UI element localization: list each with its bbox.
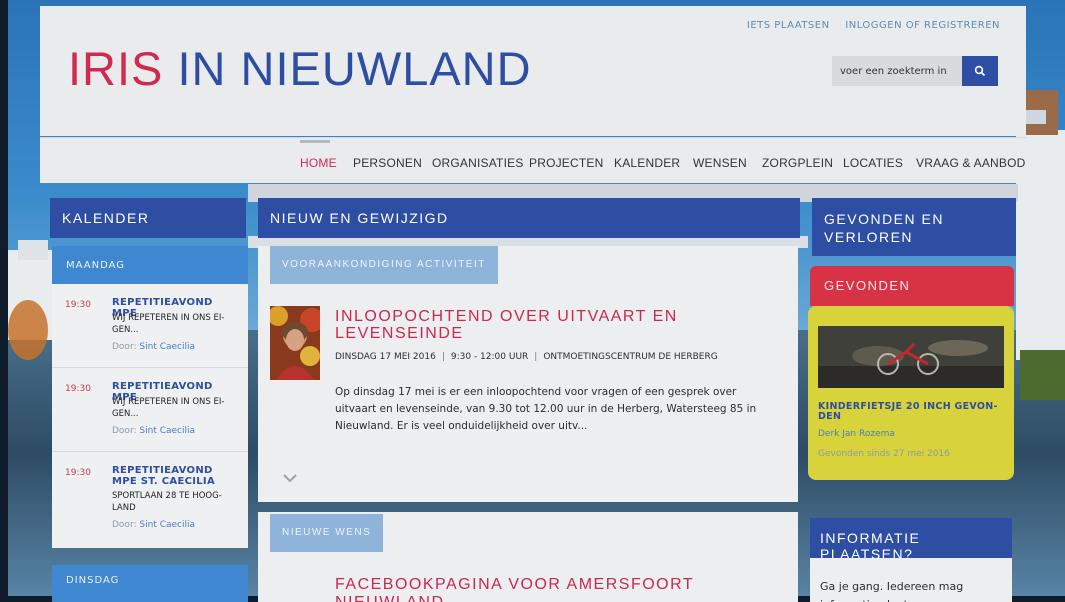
informatie-plaatsen-heading: INFORMATIE PLAATSEN? xyxy=(810,518,1012,562)
nav-wensen[interactable]: WENSEN xyxy=(693,156,747,170)
found-item-photo xyxy=(818,326,1004,388)
nav-locaties[interactable]: LOCATIES xyxy=(843,156,903,170)
site-header: IRIS IN NIEUWLAND IETS PLAATSEN INLOGGEN… xyxy=(40,6,1026,136)
event-time: 19:30 xyxy=(65,300,91,310)
author-avatar xyxy=(270,306,320,380)
news-excerpt: Op dinsdag 17 mei is er een inloopochten… xyxy=(335,386,757,432)
nav-organisaties[interactable]: ORGANISATIES xyxy=(432,156,524,170)
day-label-maandag: MAANDAG xyxy=(52,246,248,284)
calendar-event[interactable]: 19:30 REPETITIEAVOND MPE WIJ REPETEREN I… xyxy=(52,284,248,368)
event-description: SPORTLAAN 28 TE HOOG-LAND xyxy=(112,491,222,513)
nav-home[interactable]: HOME xyxy=(300,156,337,170)
found-item-card[interactable]: KINDERFIETSJE 20 INCH GEVON-DEN Derk Jan… xyxy=(808,306,1014,480)
event-author: Door: Sint Caecilia xyxy=(112,426,196,436)
search-button[interactable] xyxy=(962,56,998,86)
news-location: ONTMOETINGSCENTRUM DE HERBERG xyxy=(543,352,718,362)
news-title[interactable]: FACEBOOKPAGINA VOOR AMERSFOORT NIEUWLAND xyxy=(335,576,798,602)
news-card: VOORAANKONDIGING ACTIVITEIT INLOOPOCHTEN… xyxy=(258,246,798,502)
nav-active-indicator xyxy=(300,140,330,143)
nieuw-gewijzigd-heading: NIEUW EN GEWIJZIGD xyxy=(258,198,800,238)
nav-zorgplein[interactable]: ZORGPLEIN xyxy=(762,156,833,170)
news-card: NIEUWE WENS FACEBOOKPAGINA VOOR AMERSFOO… xyxy=(258,512,798,602)
nav-kalender[interactable]: KALENDER xyxy=(614,156,680,170)
expand-button[interactable] xyxy=(282,468,298,487)
site-logo[interactable]: IRIS IN NIEUWLAND xyxy=(68,44,532,94)
kalender-heading: KALENDER xyxy=(50,198,246,238)
search-form: voer een zoekterm in xyxy=(832,56,998,86)
news-date: DINSDAG 17 MEI 2016 xyxy=(335,352,436,362)
informatie-plaatsen-text: Ga je gang. Iedereen mag informatie plaa… xyxy=(810,558,1012,602)
news-title[interactable]: INLOOPOCHTEND OVER UITVAART EN LEVENSEIN… xyxy=(335,308,775,342)
event-title[interactable]: REPETITIEAVOND MPE ST. CAECILIA xyxy=(112,465,232,487)
news-tag: VOORAANKONDIGING ACTIVITEIT xyxy=(270,246,498,284)
event-author: Door: Sint Caecilia xyxy=(112,520,196,530)
news-time: 9:30 - 12:00 UUR xyxy=(450,352,529,362)
main-nav: HOME PERSONEN ORGANISATIES PROJECTEN KAL… xyxy=(40,137,1026,183)
found-item-date: Gevonden sinds 27 mei 2016 xyxy=(818,449,950,459)
gevonden-verloren-heading: GEVONDEN EN VERLOREN xyxy=(812,198,1016,256)
logo-iris: IRIS xyxy=(68,42,164,95)
news-meta: DINSDAG 17 MEI 2016 | 9:30 - 12:00 UUR | ONT… xyxy=(335,352,718,362)
nav-vraag-aanbod[interactable]: VRAAG & AANBOD xyxy=(916,156,1026,170)
iets-plaatsen-link[interactable]: IETS PLAATSEN xyxy=(747,20,830,31)
event-description: WIJ REPETEREN IN ONS EI-GEN... xyxy=(112,313,225,335)
event-time: 19:30 xyxy=(65,384,91,394)
found-item-author[interactable]: Derk Jan Rozema xyxy=(818,429,895,439)
news-tag: NIEUWE WENS xyxy=(270,514,384,552)
event-author-link[interactable]: Sint Caecilia xyxy=(139,426,195,436)
top-links: IETS PLAATSEN INLOGGEN OF REGISTREREN xyxy=(735,20,1000,31)
calendar-event[interactable]: 19:30 REPETITIEAVOND MPE ST. CAECILIA SP… xyxy=(52,452,248,536)
event-author-link[interactable]: Sint Caecilia xyxy=(139,342,195,352)
chevron-down-icon xyxy=(283,474,297,483)
nav-projecten[interactable]: PROJECTEN xyxy=(529,156,603,170)
found-item-title[interactable]: KINDERFIETSJE 20 INCH GEVON-DEN xyxy=(818,402,998,422)
search-input[interactable]: voer een zoekterm in xyxy=(832,56,962,86)
event-author-link[interactable]: Sint Caecilia xyxy=(139,520,195,530)
event-author: Door: Sint Caecilia xyxy=(112,342,196,352)
event-time: 19:30 xyxy=(65,468,91,478)
day-label-dinsdag: DINSDAG xyxy=(52,565,248,602)
search-icon xyxy=(974,65,986,77)
login-register-link[interactable]: INLOGGEN OF REGISTREREN xyxy=(845,20,1000,31)
logo-nieuwland: IN NIEUWLAND xyxy=(177,42,532,95)
event-description: WIJ REPETEREN IN ONS EI-GEN... xyxy=(112,397,225,419)
gevonden-heading: GEVONDEN xyxy=(810,266,1014,306)
calendar-panel: MAANDAG 19:30 REPETITIEAVOND MPE WIJ REP… xyxy=(52,246,248,548)
nav-personen[interactable]: PERSONEN xyxy=(353,156,422,170)
calendar-event[interactable]: 19:30 REPETITIEAVOND MPE WIJ REPETEREN I… xyxy=(52,368,248,452)
